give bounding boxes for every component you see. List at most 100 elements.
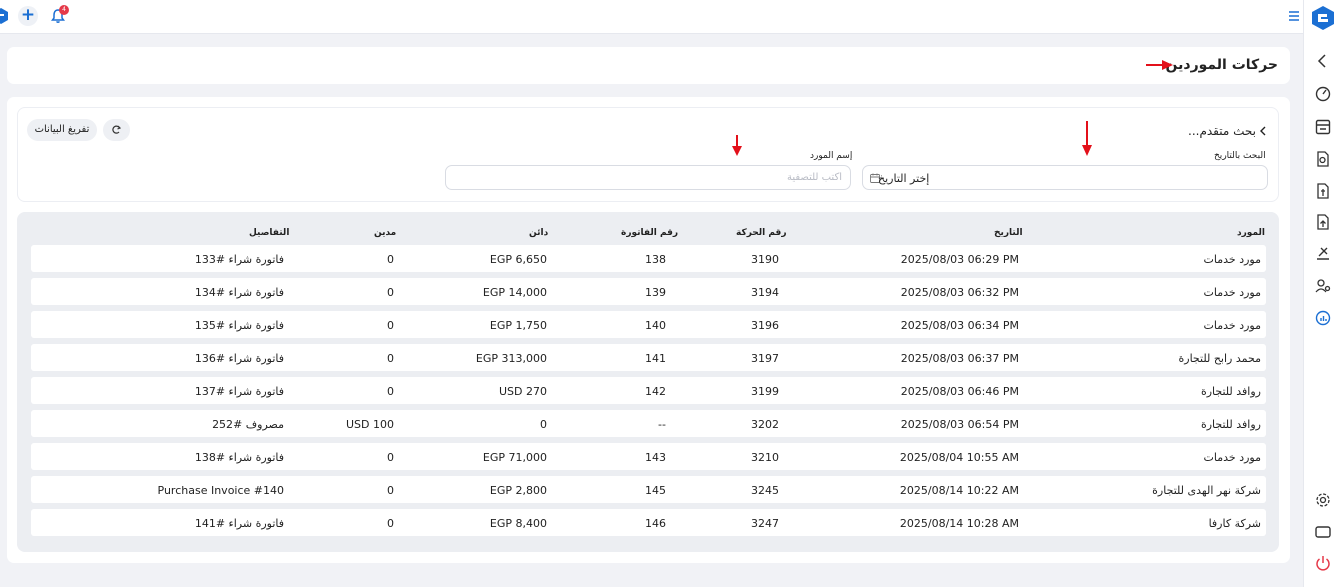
cell-credit: EGP 6,650 <box>489 253 547 266</box>
cell-date: 2025/08/03 06:46 PM <box>900 385 1019 398</box>
cell-date: 2025/08/03 06:32 PM <box>900 286 1019 299</box>
cell-credit: EGP 8,400 <box>489 517 547 530</box>
column-header-movement-no: رقم الحركة <box>736 228 787 238</box>
file-dollar-icon[interactable] <box>1314 182 1332 200</box>
cell-supplier: روافد للتجارة <box>1200 385 1261 398</box>
date-filter-label: البحث بالتاريخ <box>1214 151 1266 161</box>
advanced-search-toggle[interactable]: بحث متقدم... <box>1188 124 1256 138</box>
refresh-button[interactable] <box>103 119 130 141</box>
cell-invoice-no: 142 <box>645 385 666 398</box>
cell-details: فاتورة شراء #135 <box>194 319 284 332</box>
cell-movement-no: 3202 <box>751 418 779 431</box>
cell-supplier: شركة نهر الهدى للتجارة <box>1152 484 1261 497</box>
cell-invoice-no: 145 <box>645 484 666 497</box>
column-header-date: التاريخ <box>994 228 1023 238</box>
cell-credit: USD 270 <box>499 385 547 398</box>
cell-details: فاتورة شراء #134 <box>194 286 284 299</box>
cell-debit: 0 <box>387 451 394 464</box>
cell-date: 2025/08/14 10:28 AM <box>899 517 1019 530</box>
chevron-left-icon[interactable] <box>1314 52 1332 70</box>
users-cog-icon[interactable] <box>1314 277 1332 295</box>
cell-movement-no: 3190 <box>751 253 779 266</box>
annotation-arrow-icon <box>1146 60 1173 70</box>
cell-debit: USD 100 <box>346 418 394 431</box>
cell-invoice-no: 139 <box>645 286 666 299</box>
cell-debit: 0 <box>387 253 394 266</box>
annotation-arrow-icon <box>1082 121 1092 156</box>
gear-icon[interactable] <box>1314 491 1332 509</box>
top-bar <box>0 0 1303 34</box>
cell-debit: 0 <box>387 385 394 398</box>
cell-supplier: محمد رابح للتجارة <box>1178 352 1262 365</box>
hand-coins-icon[interactable] <box>1314 244 1332 262</box>
cell-date: 2025/08/04 10:55 AM <box>899 451 1019 464</box>
register-icon[interactable] <box>1314 118 1332 136</box>
date-picker-placeholder: إختر التاريخ <box>878 172 930 185</box>
search-doc-icon[interactable] <box>1314 150 1332 168</box>
cell-details: فاتورة شراء #133 <box>194 253 284 266</box>
supplier-search-input[interactable] <box>445 165 851 190</box>
cell-invoice-no: 141 <box>645 352 666 365</box>
cell-invoice-no: 146 <box>645 517 666 530</box>
cell-credit: EGP 313,000 <box>475 352 547 365</box>
cell-credit: EGP 2,800 <box>489 484 547 497</box>
cell-details: فاتورة شراء #138 <box>194 451 284 464</box>
cell-debit: 0 <box>387 319 394 332</box>
cell-credit: 0 <box>540 418 547 431</box>
cell-invoice-no: 138 <box>645 253 666 266</box>
cell-movement-no: 3197 <box>751 352 779 365</box>
column-header-debit: مدين <box>374 228 397 238</box>
cell-supplier: شركة كارفا <box>1208 517 1261 530</box>
chevron-left-icon[interactable] <box>1258 125 1268 137</box>
supplier-filter-label: إسم المورد <box>810 151 853 161</box>
cell-movement-no: 3247 <box>751 517 779 530</box>
cell-invoice-no: -- <box>658 418 666 431</box>
column-header-invoice-no: رقم الفاتورة <box>621 228 679 238</box>
cell-supplier: مورد خدمات <box>1203 253 1261 266</box>
cell-debit: 0 <box>387 352 394 365</box>
cell-credit: EGP 71,000 <box>482 451 547 464</box>
column-header-supplier: المورد <box>1237 228 1265 238</box>
file-upload-icon[interactable] <box>1314 213 1332 231</box>
cell-details: فاتورة شراء #136 <box>194 352 284 365</box>
notification-badge: 4 <box>59 5 69 15</box>
cell-invoice-no: 140 <box>645 319 666 332</box>
column-header-details: التفاصيل <box>249 228 290 238</box>
brand-logo-icon[interactable] <box>1312 6 1334 30</box>
page-header: حركات الموردين <box>7 47 1290 84</box>
cell-movement-no: 3196 <box>751 319 779 332</box>
refresh-icon <box>112 125 122 134</box>
app-logo-icon[interactable] <box>0 8 8 24</box>
menu-icon[interactable] <box>1288 10 1300 22</box>
cell-movement-no: 3245 <box>751 484 779 497</box>
clear-data-button[interactable]: تفريغ البيانات <box>27 119 97 141</box>
cell-supplier: روافد للتجارة <box>1200 418 1261 431</box>
page-title: حركات الموردين <box>1165 57 1278 73</box>
plus-icon[interactable]: + <box>18 6 38 26</box>
cell-supplier: مورد خدمات <box>1203 319 1261 332</box>
cell-details: Purchase Invoice #140 <box>157 484 284 497</box>
cell-date: 2025/08/14 10:22 AM <box>899 484 1019 497</box>
cell-details: مصروف #252 <box>212 418 284 431</box>
cell-movement-no: 3199 <box>751 385 779 398</box>
monitor-icon[interactable] <box>1314 523 1332 541</box>
cell-movement-no: 3194 <box>751 286 779 299</box>
cell-invoice-no: 143 <box>645 451 666 464</box>
cell-debit: 0 <box>387 517 394 530</box>
cell-date: 2025/08/03 06:34 PM <box>900 319 1019 332</box>
cell-debit: 0 <box>387 286 394 299</box>
cell-date: 2025/08/03 06:37 PM <box>900 352 1019 365</box>
power-icon[interactable] <box>1314 554 1332 572</box>
column-header-credit: دائن <box>529 228 549 238</box>
cell-supplier: مورد خدمات <box>1203 286 1261 299</box>
cell-supplier: مورد خدمات <box>1203 451 1261 464</box>
cell-date: 2025/08/03 06:29 PM <box>900 253 1019 266</box>
cell-date: 2025/08/03 06:54 PM <box>900 418 1019 431</box>
cell-credit: EGP 1,750 <box>489 319 547 332</box>
cell-details: فاتورة شراء #137 <box>194 385 284 398</box>
cell-details: فاتورة شراء #141 <box>194 517 284 530</box>
cell-debit: 0 <box>387 484 394 497</box>
speedometer-icon[interactable] <box>1314 85 1332 103</box>
annotation-arrow-icon <box>732 135 742 156</box>
chart-icon[interactable] <box>1314 309 1332 327</box>
